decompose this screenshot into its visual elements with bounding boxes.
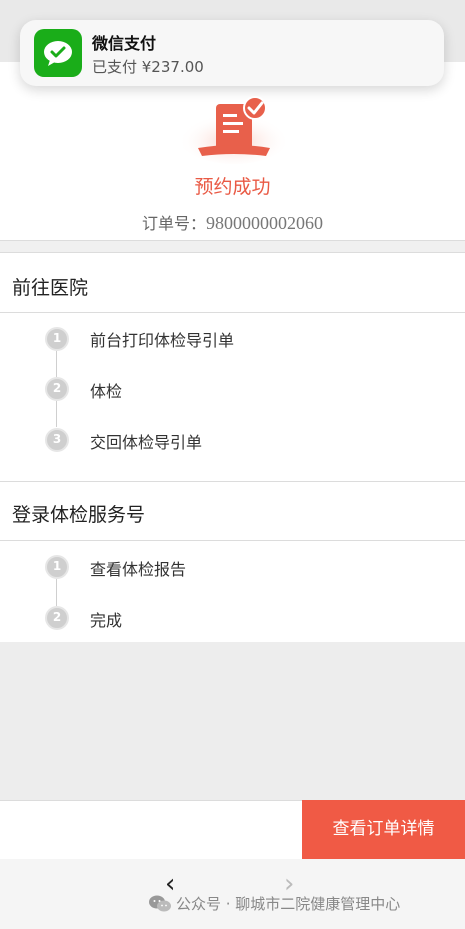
step-connector xyxy=(56,351,57,377)
booking-success-text: 预约成功 xyxy=(194,176,271,198)
step-label: 完成 xyxy=(90,611,123,630)
step-number-icon: 3 xyxy=(45,428,69,452)
section-title: 登录体检服务号 xyxy=(12,504,146,526)
payment-notification[interactable]: 微信支付 已支付 ¥237.00 xyxy=(20,20,444,86)
notification-app-name: 微信支付 xyxy=(92,34,157,53)
notification-message: 已支付 ¥237.00 xyxy=(92,58,204,76)
section-title: 前往医院 xyxy=(12,277,89,299)
step-connector xyxy=(56,579,57,606)
view-order-details-button[interactable]: 查看订单详情 xyxy=(302,800,465,859)
wechat-icon xyxy=(148,894,172,918)
step-connector xyxy=(56,401,57,427)
section-title-divider xyxy=(0,312,465,313)
order-number-label: 订单号： xyxy=(141,214,206,233)
step-label: 前台打印体检导引单 xyxy=(90,331,235,350)
step-number-icon: 2 xyxy=(45,606,69,630)
order-number-value: 9800000002060 xyxy=(206,213,323,233)
step-label: 交回体检导引单 xyxy=(90,433,203,452)
step-label: 体检 xyxy=(90,382,123,401)
empty-content-area xyxy=(0,642,465,800)
account-watermark: 公众号 · 聊城市二院健康管理中心 xyxy=(176,895,401,913)
step-number-icon: 2 xyxy=(45,377,69,401)
order-number: 订单号：9800000002060 xyxy=(0,210,465,234)
step-number-icon: 1 xyxy=(45,327,69,351)
receipt-check-icon xyxy=(178,94,290,166)
step-number-icon: 1 xyxy=(45,555,69,579)
section-title-divider xyxy=(0,540,465,541)
step-label: 查看体检报告 xyxy=(90,560,187,579)
section-service-account: 登录体检服务号 1 查看体检报告 2 完成 xyxy=(0,481,465,643)
wechat-pay-icon xyxy=(34,29,82,77)
section-go-to-hospital: 前往医院 1 前台打印体检导引单 2 体检 3 交回体检导引单 xyxy=(0,252,465,483)
